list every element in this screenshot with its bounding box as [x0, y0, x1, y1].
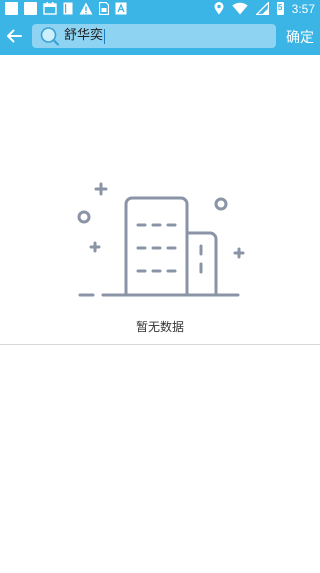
notification-icon	[5, 2, 18, 15]
sim-icon	[99, 2, 109, 15]
signal-icon	[255, 2, 269, 15]
confirm-button[interactable]: 确定	[286, 27, 314, 47]
text-cursor	[104, 29, 106, 44]
back-arrow-icon	[7, 29, 22, 43]
text-icon	[115, 2, 127, 15]
app-bar: 确定	[0, 17, 320, 55]
empty-state-message: 暂无数据	[135, 320, 184, 334]
status-bar-notifications	[5, 1, 127, 16]
status-bar-system: 5 3:57	[214, 0, 315, 17]
wifi-icon	[231, 2, 248, 15]
book-icon	[63, 2, 73, 15]
status-bar: 5 3:57	[0, 0, 320, 17]
search-icon	[40, 27, 60, 46]
location-icon	[214, 2, 224, 15]
back-button[interactable]	[2, 22, 26, 50]
alert-icon	[79, 2, 93, 15]
notification-icon	[24, 2, 37, 15]
battery-level: 5	[277, 3, 283, 12]
building-icon	[77, 182, 245, 297]
battery-icon: 5	[276, 2, 284, 15]
calendar-icon	[43, 2, 57, 15]
divider	[0, 344, 320, 345]
search-input[interactable]	[64, 24, 268, 48]
status-time: 3:57	[291, 1, 315, 16]
search-box[interactable]	[32, 24, 276, 48]
